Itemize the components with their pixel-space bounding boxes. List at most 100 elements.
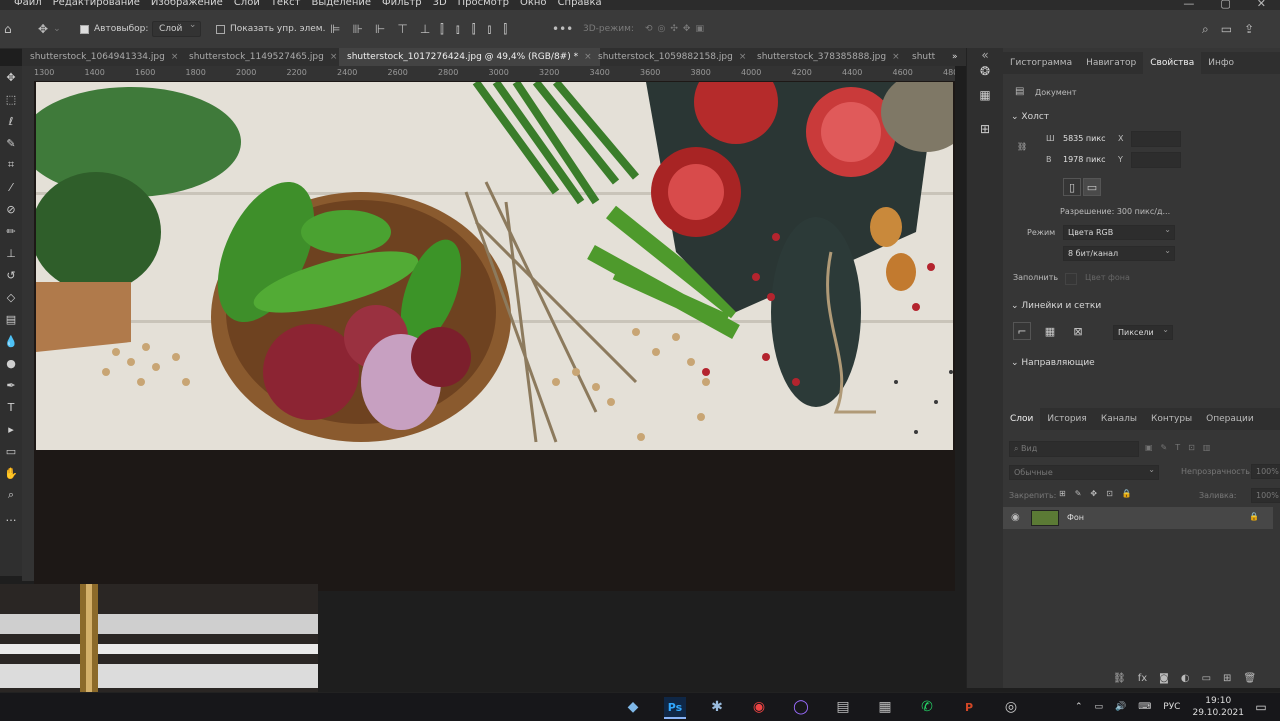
type-tool-icon[interactable]: T — [2, 398, 20, 416]
dodge-tool-icon[interactable]: ● — [2, 354, 20, 372]
search-icon[interactable]: ⌕ — [1202, 22, 1209, 37]
whatsapp-icon[interactable]: ✆ — [916, 697, 938, 717]
close-tab-icon[interactable]: × — [584, 52, 592, 62]
menu-item[interactable]: Окно — [520, 0, 547, 8]
layer-row[interactable]: ◉ Фон 🔒 — [1003, 507, 1273, 529]
hand-tool-icon[interactable]: ✋ — [2, 464, 20, 482]
language-indicator[interactable]: РУС — [1163, 702, 1180, 712]
more-tools-icon[interactable]: … — [2, 508, 20, 526]
keyboard-icon[interactable]: ⌨ — [1138, 702, 1151, 712]
close-tab-icon[interactable]: × — [892, 52, 900, 62]
tab-info[interactable]: Инфо — [1201, 58, 1241, 68]
adjustments-panel-icon[interactable]: ⊞ — [977, 122, 993, 138]
align-top-icon[interactable]: ⊤ — [397, 22, 407, 36]
close-tab-icon[interactable]: × — [171, 52, 179, 62]
fill-color-swatch[interactable] — [1065, 273, 1077, 285]
minimize-icon[interactable]: — — [1183, 0, 1194, 10]
guides-section-header[interactable]: ⌄ Направляющие — [1011, 358, 1095, 368]
menu-item[interactable]: Выделение — [311, 0, 371, 8]
align-left-icon[interactable]: ⊫ — [330, 22, 340, 36]
tab-doc-1[interactable]: shutterstock_1064941334.jpg × — [30, 48, 178, 66]
zoom-tool-icon[interactable]: ⌕ — [2, 486, 20, 504]
fill-pct-field[interactable]: 100% — [1251, 488, 1280, 503]
chrome-icon[interactable]: ◉ — [748, 697, 770, 717]
messenger-icon[interactable]: ◯ — [790, 697, 812, 717]
document-image[interactable] — [36, 82, 953, 450]
brush-tool-icon[interactable]: ✏ — [2, 222, 20, 240]
tab-history[interactable]: История — [1040, 414, 1093, 424]
clock[interactable]: 19:10 29.10.2021 — [1192, 695, 1244, 719]
scale-3d-icon[interactable]: ▣ — [695, 24, 704, 34]
tab-properties[interactable]: Свойства — [1143, 52, 1202, 74]
notifications-icon[interactable]: ▭ — [1250, 697, 1272, 717]
tab-paths[interactable]: Контуры — [1144, 414, 1199, 424]
width-field[interactable]: 5835 пикс — [1063, 134, 1106, 143]
menu-item[interactable]: Текст — [271, 0, 301, 8]
orbit-3d-icon[interactable]: ⟲ — [645, 24, 653, 34]
link-icon[interactable]: ⛓ — [1017, 142, 1027, 151]
menu-item[interactable]: Изображение — [151, 0, 223, 8]
pen-tool-icon[interactable]: ✒ — [2, 376, 20, 394]
portrait-orientation-icon[interactable]: ▯ — [1063, 178, 1081, 196]
rulers-section-header[interactable]: ⌄ Линейки и сетки — [1011, 301, 1101, 311]
home-icon[interactable]: ⌂ — [4, 10, 12, 48]
eyedropper-tool-icon[interactable]: ⁄ — [2, 178, 20, 196]
distribute-left-icon[interactable]: ⫿ — [440, 22, 444, 37]
y-field[interactable] — [1131, 152, 1181, 168]
x-field[interactable] — [1131, 131, 1181, 147]
clone-stamp-tool-icon[interactable]: ⊥ — [2, 244, 20, 262]
tab-doc-5[interactable]: shutterstock_378385888.jpg × — [757, 48, 900, 66]
path-select-tool-icon[interactable]: ▸ — [2, 420, 20, 438]
shape-tool-icon[interactable]: ▭ — [2, 442, 20, 460]
tab-doc-4[interactable]: shutterstock_1059882158.jpg × — [598, 48, 746, 66]
close-icon[interactable]: ✕ — [1257, 0, 1266, 10]
collapse-panels-icon[interactable]: « — [977, 48, 993, 64]
network-icon[interactable]: ▭ — [1095, 702, 1104, 712]
tab-navigator[interactable]: Навигатор — [1079, 58, 1143, 68]
tab-channels[interactable]: Каналы — [1094, 414, 1144, 424]
distribute-top-icon[interactable]: ⫾ — [488, 22, 492, 37]
more-tabs-icon[interactable]: » — [952, 48, 958, 66]
distribute-right-icon[interactable]: ⫿ — [472, 22, 476, 37]
roll-3d-icon[interactable]: ◎ — [657, 24, 665, 34]
group-icon[interactable]: ▭ — [1202, 673, 1211, 684]
3d-panel-icon[interactable]: ❂ — [977, 64, 993, 80]
menu-item[interactable]: Фильтр — [382, 0, 422, 8]
lasso-tool-icon[interactable]: ℓ — [2, 112, 20, 130]
app-icon-generic[interactable]: ✱ — [706, 697, 728, 717]
layer-filter-icons[interactable]: ▣✎T⊡▥ — [1145, 443, 1218, 452]
tab-doc-3-active[interactable]: shutterstock_1017276424.jpg @ 49,4% (RGB… — [339, 48, 600, 66]
quick-select-tool-icon[interactable]: ✎ — [2, 134, 20, 152]
align-right-icon[interactable]: ⊩ — [375, 22, 385, 36]
share-icon[interactable]: ⇪ — [1244, 22, 1254, 36]
tab-layers[interactable]: Слои — [1003, 408, 1041, 430]
history-brush-tool-icon[interactable]: ↺ — [2, 266, 20, 284]
align-middle-icon[interactable]: ⊥ — [420, 22, 430, 36]
menu-item[interactable]: Редактирование — [53, 0, 140, 8]
close-tab-icon[interactable]: × — [739, 52, 747, 62]
blend-mode-select[interactable]: Обычные — [1009, 465, 1159, 480]
menu-item[interactable]: Просмотр — [458, 0, 509, 8]
powerpoint-icon[interactable]: P — [958, 697, 980, 717]
eraser-tool-icon[interactable]: ◇ — [2, 288, 20, 306]
delete-layer-icon[interactable]: 🗑 — [1243, 673, 1256, 684]
crop-tool-icon[interactable]: ⌗ — [2, 156, 20, 174]
fx-icon[interactable]: fx — [1138, 673, 1147, 684]
calculator-icon[interactable]: ▦ — [874, 697, 896, 717]
marquee-tool-icon[interactable]: ⬚ — [2, 90, 20, 108]
pixel-grid-icon[interactable]: ⊠ — [1069, 322, 1087, 340]
menu-item[interactable]: 3D — [433, 0, 447, 8]
maximize-icon[interactable]: ▢ — [1220, 0, 1230, 10]
layer-filter-search[interactable]: ⌕ Вид — [1009, 441, 1139, 457]
bit-depth-select[interactable]: 8 бит/канал — [1063, 246, 1175, 261]
blur-tool-icon[interactable]: 💧 — [2, 332, 20, 350]
fill-value[interactable]: Цвет фона — [1085, 273, 1130, 282]
autoselect-checkbox[interactable] — [80, 24, 89, 34]
adjustment-layer-icon[interactable]: ◐ — [1181, 673, 1190, 684]
color-mode-select[interactable]: Цвета RGB — [1063, 225, 1175, 240]
menu-item[interactable]: Справка — [558, 0, 602, 8]
drag-3d-icon[interactable]: ✣ — [670, 24, 678, 34]
height-field[interactable]: 1978 пикс — [1063, 155, 1106, 164]
volume-icon[interactable]: 🔊 — [1115, 702, 1126, 712]
visibility-eye-icon[interactable]: ◉ — [1011, 512, 1020, 523]
